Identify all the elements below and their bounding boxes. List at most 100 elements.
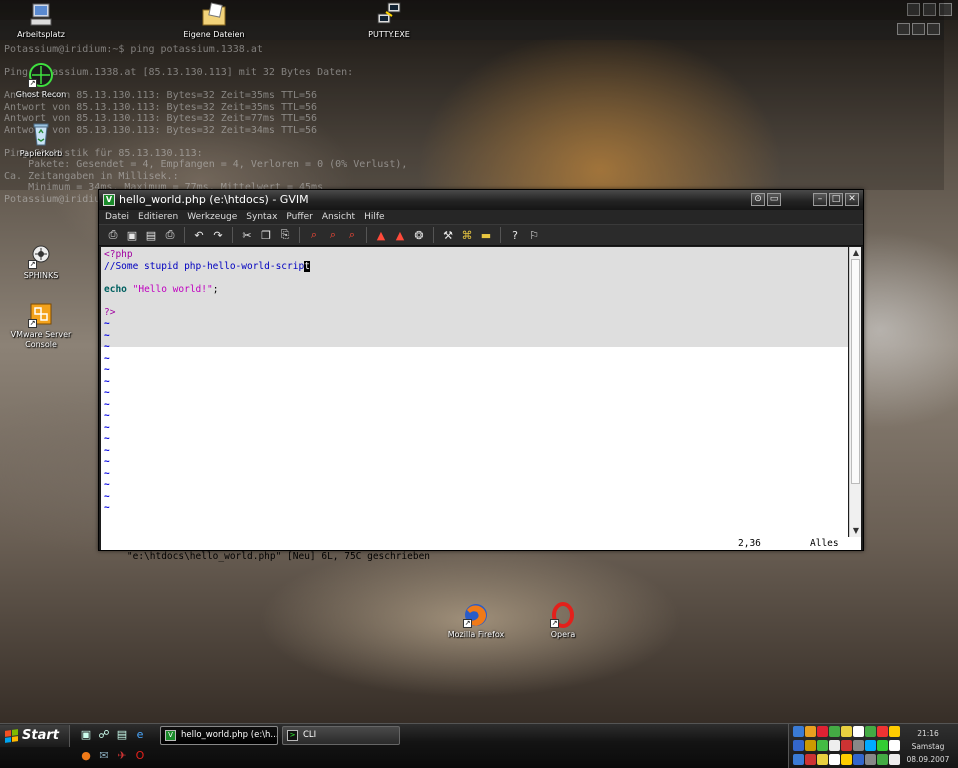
code-token: <?php [104,249,133,260]
maximize-icon[interactable] [912,23,925,35]
find-next-icon[interactable]: ⌕ [325,227,341,243]
undo-icon[interactable]: ↶ [191,227,207,243]
tray-icon[interactable] [889,754,900,765]
menu-puffer[interactable]: Puffer [286,210,312,224]
clock[interactable]: 21:16 Samstag 08.09.2007 [902,727,954,766]
scroll-thumb[interactable] [851,259,860,484]
start-button[interactable]: Start [0,725,70,747]
close-icon[interactable] [927,23,940,35]
scroll-down-icon[interactable]: ▼ [850,525,862,537]
editor-area[interactable]: <?php//Some stupid php-hello-world-scrip… [101,247,848,537]
opera-icon[interactable]: O [133,749,147,763]
desktop-icon-ghost-recon[interactable]: ↗ Ghost Recon [1,62,81,100]
tray-icon[interactable] [817,740,828,751]
save-icon[interactable]: ▣ [124,227,140,243]
messenger-icon[interactable]: ✉ [97,749,111,763]
desktop-icon-arbeitsplatz[interactable]: Arbeitsplatz [1,2,81,40]
tray-icon[interactable] [889,740,900,751]
scroll-up-icon[interactable]: ▲ [850,247,862,259]
tray-icon[interactable] [817,754,828,765]
empty-line-marker: ~ [104,410,110,421]
desktop-icon-papierkorb[interactable]: Papierkorb [1,121,81,159]
load-session-icon[interactable]: ▲ [373,227,389,243]
print-icon[interactable]: ⎙ [162,227,178,243]
menu-hilfe[interactable]: Hilfe [364,210,384,224]
find-help-icon[interactable]: ⚐ [526,227,542,243]
tray-icon[interactable] [793,754,804,765]
tray-icon[interactable] [889,726,900,737]
desktop-icon-putty[interactable]: PUTTY.EXE [349,2,429,40]
tray-icon[interactable] [841,726,852,737]
tray-icon[interactable] [841,754,852,765]
close-icon[interactable]: ✕ [845,193,859,206]
help-icon[interactable]: ? [507,227,523,243]
tray-icon[interactable] [865,754,876,765]
tray-icon[interactable] [853,726,864,737]
maximize-icon[interactable]: □ [829,193,843,206]
show-desktop-icon[interactable]: ▣ [79,728,93,742]
gvim-titlebar[interactable]: V hello_world.php (e:\htdocs) - GVIM ⊙ ▭… [99,190,863,210]
pin-icon[interactable]: ▭ [767,193,781,206]
menu-datei[interactable]: Datei [105,210,129,224]
putty-icon [374,2,404,28]
open-icon[interactable]: ⎙ [105,227,121,243]
empty-line-marker: ~ [104,433,110,444]
save-session-icon[interactable]: ▲ [392,227,408,243]
command-line[interactable]: "e:\htdocs\hello_world.php" [Neu] 6L, 75… [101,537,861,562]
vertical-scrollbar[interactable]: ▲ ▼ [849,247,861,537]
minimize-icon[interactable] [897,23,910,35]
console-line: Pakete: Gesendet = 4, Empfangen = 4, Ver… [4,159,408,170]
tray-icon[interactable] [829,754,840,765]
tray-icon[interactable] [805,726,816,737]
desktop-icon-firefox[interactable]: ↗ Mozilla Firefox [436,602,516,640]
copy-icon[interactable]: ❐ [258,227,274,243]
desktop-icon-eigene-dateien[interactable]: Eigene Dateien [174,2,254,40]
tray-icon[interactable] [841,740,852,751]
tray-icon[interactable] [853,754,864,765]
tray-icon[interactable] [877,740,888,751]
tray-icon[interactable] [793,740,804,751]
code-buffer[interactable]: <?php//Some stupid php-hello-world-scrip… [104,249,848,514]
tray-icon[interactable] [793,726,804,737]
tray-icon[interactable] [829,740,840,751]
cut-icon[interactable]: ✂ [239,227,255,243]
desktop-icon-opera[interactable]: ↗ Opera [523,602,603,640]
make-icon[interactable]: ⚒ [440,227,456,243]
tray-icon[interactable] [829,726,840,737]
rollup-icon[interactable]: ⊙ [751,193,765,206]
desktop-icon-vmware[interactable]: ↗ VMware Server Console [1,302,81,350]
paste-icon[interactable]: ⎘ [277,227,293,243]
menu-ansicht[interactable]: Ansicht [322,210,355,224]
game-icon[interactable]: ✈ [115,749,129,763]
task-button-cli[interactable]: > CLI [282,726,400,745]
run-script-icon[interactable]: ❂ [411,227,427,243]
console-line: Ca. Zeitangaben in Millisek.: [4,170,179,182]
firefox-icon[interactable]: ● [79,749,93,763]
find-prev-icon[interactable]: ⌕ [344,227,360,243]
toolbar-separator [232,227,233,243]
tray-icon[interactable] [805,754,816,765]
save-all-icon[interactable]: ▤ [143,227,159,243]
menu-syntax[interactable]: Syntax [246,210,277,224]
tray-icon[interactable] [865,740,876,751]
tray-icon[interactable] [853,740,864,751]
shell-icon[interactable]: ⌘ [459,227,475,243]
tray-icon[interactable] [817,726,828,737]
tray-icon[interactable] [877,754,888,765]
tray-icon[interactable] [877,726,888,737]
tray-icon[interactable] [865,726,876,737]
ie-icon[interactable]: e [133,728,147,742]
desktop-icon-sphinks[interactable]: ↗ SPHINKS [1,243,81,281]
redo-icon[interactable]: ↷ [210,227,226,243]
tray-icon[interactable] [805,740,816,751]
tags-icon[interactable]: ▬ [478,227,494,243]
folder-icon[interactable]: ▤ [115,728,129,742]
network-icon[interactable]: ☍ [97,728,111,742]
find-icon[interactable]: ⌕ [306,227,322,243]
task-button-gvim[interactable]: V hello_world.php (e:\h... [160,726,278,745]
empty-line-marker: ~ [104,318,110,329]
minimize-icon[interactable]: – [813,193,827,206]
menu-werkzeuge[interactable]: Werkzeuge [187,210,237,224]
toolbar-separator [500,227,501,243]
menu-editieren[interactable]: Editieren [138,210,178,224]
